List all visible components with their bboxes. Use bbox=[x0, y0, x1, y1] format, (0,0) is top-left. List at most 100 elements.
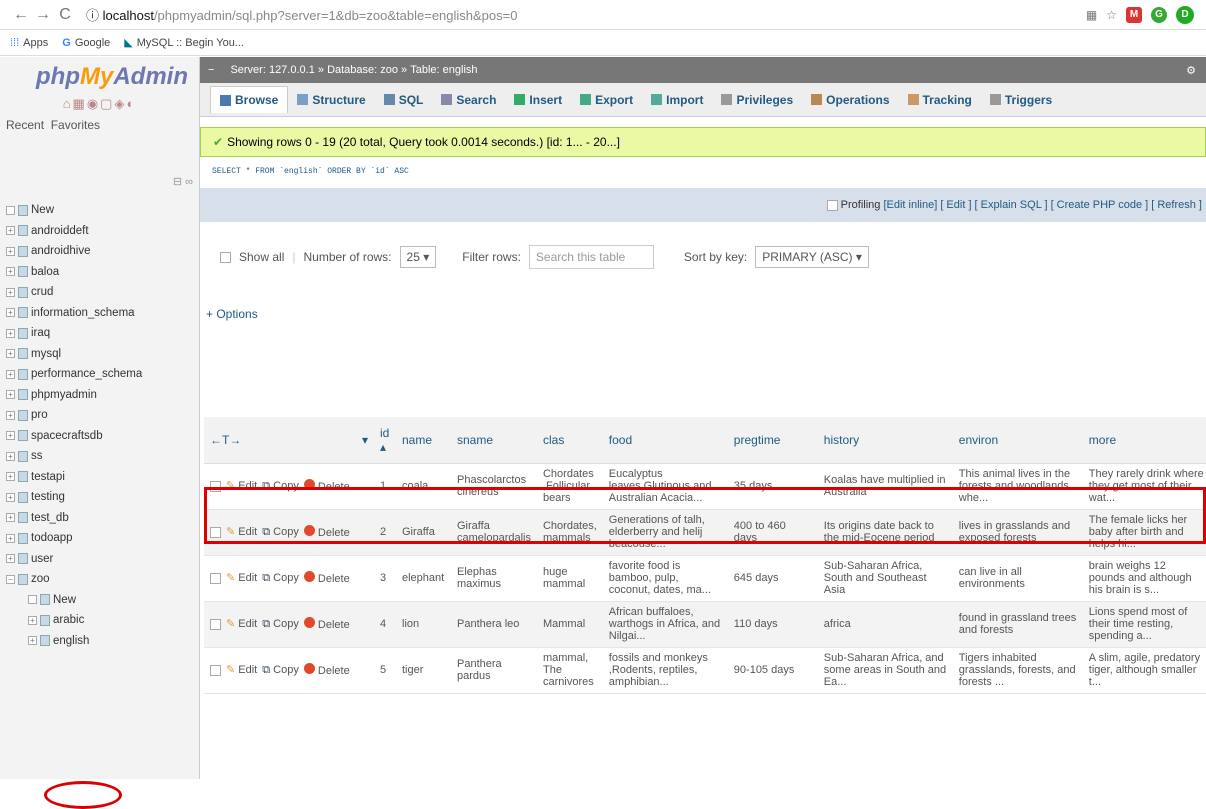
column-header-food[interactable]: food bbox=[602, 417, 728, 464]
number-of-rows-select[interactable]: 25 ▾ bbox=[399, 246, 437, 268]
copy-link[interactable]: ⧉ Copy bbox=[262, 664, 299, 676]
table-cell-food[interactable]: Eucalyptus leaves,Glutinous and Australi… bbox=[602, 463, 728, 510]
sidebar-db-1[interactable]: + androiddeft bbox=[6, 221, 142, 242]
table-cell-sname[interactable]: Phascolarctos cinereus bbox=[451, 463, 537, 510]
edit-link[interactable]: ✎ Edit bbox=[226, 572, 257, 584]
expand-icon[interactable]: + bbox=[6, 328, 15, 338]
expand-icon[interactable]: + bbox=[6, 267, 15, 277]
table-cell-environ[interactable]: found in grassland trees and forests bbox=[952, 601, 1083, 648]
table-cell-clas[interactable]: huge mammal bbox=[536, 555, 603, 602]
table-cell-id[interactable]: 2 bbox=[374, 509, 396, 556]
expand-icon[interactable]: + bbox=[28, 636, 37, 646]
table-cell-food[interactable]: favorite food is bamboo, pulp, coconut, … bbox=[602, 555, 728, 602]
expand-icon[interactable]: + bbox=[6, 431, 15, 441]
table-cell-sname[interactable]: Panthera leo bbox=[451, 601, 537, 648]
table-cell-more[interactable]: Lions spend most of their time resting, … bbox=[1082, 601, 1206, 648]
sidebar-db-6[interactable]: + iraq bbox=[6, 323, 142, 344]
column-arrows[interactable]: ←T→ ▾ bbox=[204, 417, 374, 464]
sidebar-db-8[interactable]: + performance_schema bbox=[6, 364, 142, 385]
tab-tracking[interactable]: Tracking bbox=[899, 87, 981, 113]
table-cell-food[interactable]: Generations of talh, elderberry and heli… bbox=[602, 509, 728, 556]
sidebar-db-7[interactable]: + mysql bbox=[6, 344, 142, 365]
sidebar-db-12[interactable]: + ss bbox=[6, 446, 142, 467]
filter-rows-input[interactable]: Search this table bbox=[528, 245, 654, 269]
tab-import[interactable]: Import bbox=[642, 87, 712, 113]
delete-link[interactable]: Delete bbox=[303, 571, 350, 585]
copy-link[interactable]: ⧉ Copy bbox=[262, 480, 299, 492]
row-checkbox[interactable] bbox=[210, 664, 221, 676]
breadcrumb-database[interactable]: Database: zoo bbox=[327, 64, 398, 76]
forward-icon[interactable]: → bbox=[32, 6, 54, 24]
delete-link[interactable]: Delete bbox=[303, 479, 350, 493]
table-cell-pregtime[interactable]: 90-105 days bbox=[727, 647, 818, 694]
column-header-pregtime[interactable]: pregtime bbox=[727, 417, 818, 464]
tab-sql[interactable]: SQL bbox=[375, 87, 433, 113]
column-header-history[interactable]: history bbox=[817, 417, 953, 464]
expand-icon[interactable]: + bbox=[6, 349, 15, 359]
reload-icon[interactable]: C bbox=[54, 6, 76, 24]
settings-icon[interactable]: ⚙ bbox=[1186, 64, 1206, 77]
back-icon[interactable]: ← bbox=[10, 6, 32, 24]
table-cell-environ[interactable]: This animal lives in the forests and woo… bbox=[952, 463, 1083, 510]
column-header-id[interactable]: id ▴ bbox=[374, 417, 396, 464]
expand-icon[interactable]: + bbox=[6, 410, 15, 420]
expand-icon[interactable]: − bbox=[6, 574, 15, 584]
expand-icon[interactable]: + bbox=[6, 533, 15, 543]
table-cell-history[interactable]: Sub-Saharan Africa, and some areas in So… bbox=[817, 647, 953, 694]
sidebar-db-17[interactable]: + user bbox=[6, 549, 142, 570]
sort-by-key-select[interactable]: PRIMARY (ASC) ▾ bbox=[755, 246, 869, 268]
table-cell-id[interactable]: 3 bbox=[374, 555, 396, 602]
sidebar-db-15[interactable]: + test_db bbox=[6, 508, 142, 529]
column-header-clas[interactable]: clas bbox=[536, 417, 603, 464]
column-header-name[interactable]: name bbox=[396, 417, 451, 464]
tab-triggers[interactable]: Triggers bbox=[981, 87, 1061, 113]
table-cell-name[interactable]: elephant bbox=[396, 555, 451, 602]
table-cell-id[interactable]: 5 bbox=[374, 647, 396, 694]
sidebar-db-0[interactable]: New bbox=[6, 200, 142, 221]
sidebar-db-18[interactable]: − zoo bbox=[6, 569, 142, 590]
edit-link[interactable]: ✎ Edit bbox=[226, 480, 257, 492]
table-cell-clas[interactable]: Mammal bbox=[536, 601, 603, 648]
bookmark-mysql[interactable]: ◣ MySQL :: Begin You... bbox=[124, 36, 244, 50]
copy-link[interactable]: ⧉ Copy bbox=[262, 572, 299, 584]
tab-browse[interactable]: Browse bbox=[210, 86, 289, 113]
tab-search[interactable]: Search bbox=[432, 87, 505, 113]
expand-icon[interactable]: + bbox=[6, 554, 15, 564]
query-links[interactable]: [Edit inline] [ Edit ] [ Explain SQL ] [… bbox=[883, 199, 1202, 211]
table-cell-sname[interactable]: Giraffa camelopardalis bbox=[451, 509, 537, 556]
table-cell-name[interactable]: Giraffa bbox=[396, 509, 451, 556]
column-header-more[interactable]: more bbox=[1082, 417, 1206, 464]
bookmark-apps[interactable]: ⁞⁞⁞ Apps bbox=[10, 37, 48, 49]
column-header-environ[interactable]: environ bbox=[952, 417, 1083, 464]
table-cell-more[interactable]: A slim, agile, predatory tiger, although… bbox=[1082, 647, 1206, 694]
nav-icons[interactable]: ⌂▦◉▢◈◐ bbox=[0, 96, 199, 112]
table-cell-id[interactable]: 4 bbox=[374, 601, 396, 648]
delete-link[interactable]: Delete bbox=[303, 663, 350, 677]
expand-icon[interactable]: + bbox=[6, 390, 15, 400]
expand-icon[interactable]: + bbox=[6, 246, 15, 256]
profile-avatar[interactable]: D bbox=[1176, 5, 1194, 24]
breadcrumb-server[interactable]: Server: 127.0.0.1 bbox=[230, 64, 314, 76]
table-cell-environ[interactable]: lives in grasslands and exposed forests bbox=[952, 509, 1083, 556]
table-cell-environ[interactable]: Tigers inhabited grasslands, forests, an… bbox=[952, 647, 1083, 694]
table-cell-sname[interactable]: Elephas maximus bbox=[451, 555, 537, 602]
edit-link[interactable]: ✎ Edit bbox=[226, 526, 257, 538]
collapse-all-icon[interactable]: ⊟ ∞ bbox=[173, 175, 193, 188]
row-checkbox[interactable] bbox=[210, 480, 221, 492]
table-cell-history[interactable]: Koalas have multiplied in Australia bbox=[817, 463, 953, 510]
translate-icon[interactable]: ▦ bbox=[1086, 8, 1097, 22]
edit-link[interactable]: ✎ Edit bbox=[226, 618, 257, 630]
expand-icon[interactable]: + bbox=[6, 287, 15, 297]
sidebar-db-14[interactable]: + testing bbox=[6, 487, 142, 508]
options-link[interactable]: + Options bbox=[200, 292, 1206, 321]
sidebar-db-10[interactable]: + pro bbox=[6, 405, 142, 426]
extension-icon[interactable]: G bbox=[1151, 6, 1167, 23]
breadcrumb-table[interactable]: Table: english bbox=[410, 64, 477, 76]
delete-link[interactable]: Delete bbox=[303, 525, 350, 539]
sidebar-table-2[interactable]: + english bbox=[6, 631, 142, 652]
sidebar-db-3[interactable]: + baloa bbox=[6, 262, 142, 283]
expand-icon[interactable]: + bbox=[28, 615, 37, 625]
expand-icon[interactable]: + bbox=[6, 451, 15, 461]
table-cell-history[interactable]: africa bbox=[817, 601, 953, 648]
sidebar-table-1[interactable]: + arabic bbox=[6, 610, 142, 631]
